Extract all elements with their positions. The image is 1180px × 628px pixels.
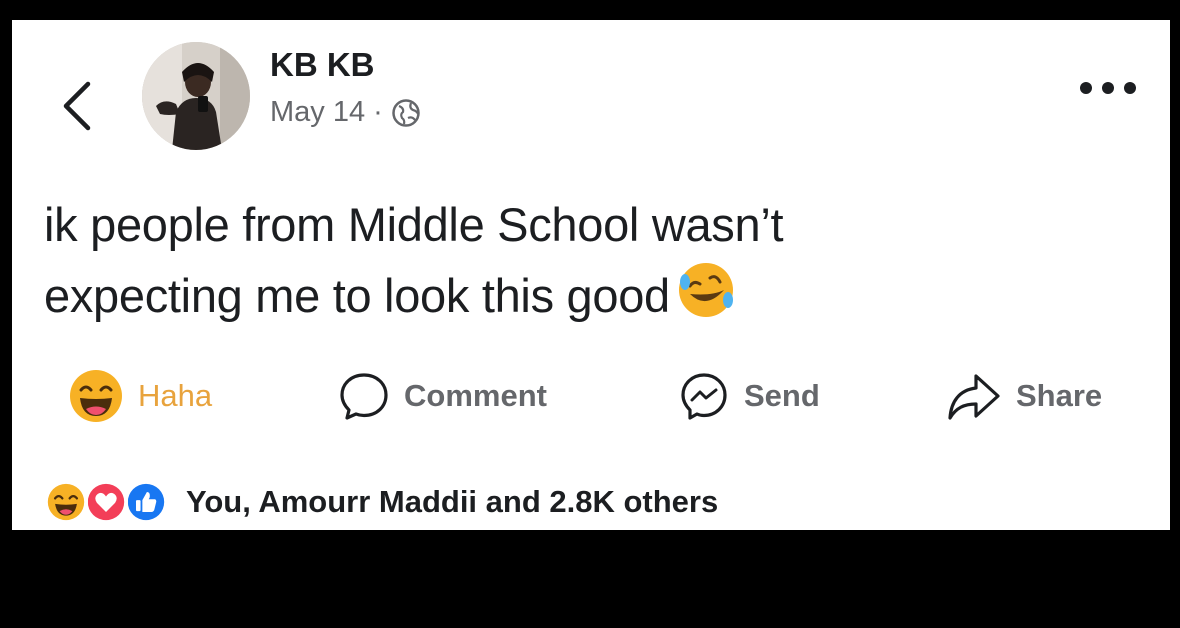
- post-date[interactable]: May 14: [270, 96, 365, 129]
- reaction-summary-bar[interactable]: You, Amourr Maddii and 2.8K others: [44, 480, 718, 524]
- globe-icon: [392, 98, 420, 127]
- post-card: KB KB May 14 · ik people from Middle Sch…: [12, 20, 1170, 530]
- post-text: ik people from Middle School wasn’t expe…: [44, 190, 1144, 339]
- reaction-label: Haha: [138, 378, 213, 413]
- more-horizontal-icon: [1080, 82, 1136, 94]
- haha-icon: [70, 370, 122, 422]
- post-text-line: ik people from Middle School wasn’t: [44, 198, 784, 251]
- messenger-icon: [681, 373, 727, 420]
- meta-separator: ·: [373, 96, 383, 128]
- comment-button[interactable]: Comment: [338, 368, 547, 424]
- back-button[interactable]: [58, 78, 98, 134]
- love-icon: [84, 480, 128, 524]
- send-label: Send: [744, 378, 820, 413]
- share-label: Share: [1016, 378, 1103, 413]
- haha-reaction-button[interactable]: Haha: [68, 368, 212, 424]
- more-options-button[interactable]: [1076, 78, 1140, 98]
- share-button[interactable]: Share: [946, 368, 1102, 424]
- haha-icon: [44, 480, 88, 524]
- comment-icon: [340, 373, 388, 420]
- reaction-summary-text: You, Amourr Maddii and 2.8K others: [186, 484, 719, 519]
- post-text-line-content: expecting me to look this good: [44, 268, 670, 322]
- chevron-left-icon: [63, 81, 91, 131]
- share-arrow-icon: [948, 374, 1000, 420]
- reaction-icons: [44, 480, 174, 524]
- post-text-line: expecting me to look this good: [44, 260, 1144, 339]
- rolling-on-floor-laughing-emoji: [676, 260, 736, 339]
- comment-label: Comment: [404, 378, 547, 413]
- profile-photo: [142, 42, 250, 150]
- avatar[interactable]: [142, 42, 250, 150]
- post-meta: May 14 ·: [270, 96, 421, 129]
- author-name[interactable]: KB KB: [270, 46, 375, 84]
- like-icon: [124, 480, 168, 524]
- send-button[interactable]: Send: [678, 368, 820, 424]
